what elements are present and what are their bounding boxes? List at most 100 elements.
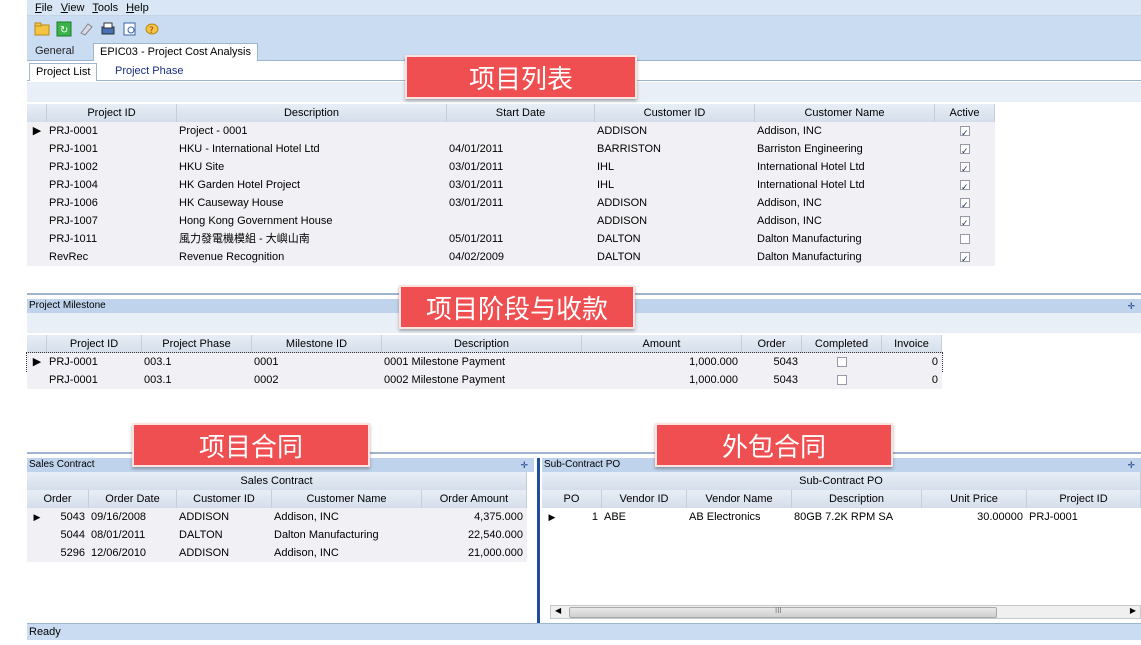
active-cell[interactable] xyxy=(935,158,995,176)
customer-name-cell[interactable]: Addison, INC xyxy=(755,122,935,140)
table-row[interactable]: ▶ PRJ-0001 003.1 0001 0001 Milestone Payment… xyxy=(26,352,943,372)
project-id-cell[interactable]: RevRec xyxy=(47,248,177,266)
active-checkbox[interactable] xyxy=(960,196,970,212)
menu-view[interactable]: View xyxy=(61,2,85,14)
customer-id-cell[interactable]: IHL xyxy=(595,158,755,176)
column-header[interactable]: Order xyxy=(27,490,89,508)
active-checkbox[interactable] xyxy=(960,124,970,140)
vendor-name-cell[interactable]: AB Electronics xyxy=(687,508,792,526)
active-cell[interactable] xyxy=(935,212,995,230)
tab-general[interactable]: General xyxy=(29,43,80,61)
column-header[interactable]: Milestone ID xyxy=(252,335,382,353)
scroll-thumb[interactable]: III xyxy=(569,606,997,618)
customer-id-cell[interactable]: ADDISON xyxy=(595,194,755,212)
invoice-cell[interactable]: 0 xyxy=(882,371,942,389)
row-selector[interactable]: ▶ xyxy=(27,353,47,371)
column-header[interactable]: Description xyxy=(792,490,922,508)
horizontal-scrollbar[interactable]: ◀ III ▶ xyxy=(550,605,1141,619)
row-selector[interactable] xyxy=(27,230,47,248)
project-id-cell[interactable]: PRJ-0001 xyxy=(47,122,177,140)
column-header[interactable]: Invoice xyxy=(882,335,942,353)
print-preview-icon[interactable] xyxy=(121,20,139,38)
column-header[interactable]: Order xyxy=(742,335,802,353)
milestone-id-cell[interactable]: 0001 xyxy=(252,353,382,371)
po-cell[interactable]: ▶ 1 xyxy=(542,508,602,526)
milestone-id-cell[interactable]: 0002 xyxy=(252,371,382,389)
customer-name-cell[interactable]: Barriston Engineering xyxy=(755,140,935,158)
project-id-cell[interactable]: PRJ-1004 xyxy=(47,176,177,194)
active-cell[interactable] xyxy=(935,176,995,194)
column-header[interactable]: Order Amount xyxy=(422,490,527,508)
column-header[interactable]: PO xyxy=(542,490,602,508)
description-cell[interactable]: HK Causeway House xyxy=(177,194,447,212)
active-checkbox[interactable] xyxy=(960,234,970,245)
eraser-icon[interactable] xyxy=(77,20,95,38)
active-checkbox[interactable] xyxy=(960,178,970,194)
table-row[interactable]: 5296 12/06/2010 ADDISON Addison, INC 21,000.… xyxy=(27,544,527,562)
column-header[interactable]: Amount xyxy=(582,335,742,353)
table-row[interactable]: PRJ-0001 003.1 0002 0002 Milestone Payment 1… xyxy=(27,371,942,389)
project-phase-cell[interactable]: 003.1 xyxy=(142,371,252,389)
row-selector[interactable]: ▶ xyxy=(542,508,562,526)
description-cell[interactable]: HK Garden Hotel Project xyxy=(177,176,447,194)
menu-help[interactable]: Help xyxy=(126,2,149,14)
table-row[interactable]: PRJ-1002 HKU Site 03/01/2011 IHL Internation… xyxy=(27,158,995,176)
project-id-cell[interactable]: PRJ-0001 xyxy=(1027,508,1141,526)
column-header[interactable]: Customer ID xyxy=(595,104,755,122)
row-selector[interactable] xyxy=(27,194,47,212)
column-header[interactable]: Vendor ID xyxy=(602,490,687,508)
description-cell[interactable]: 80GB 7.2K RPM SA xyxy=(792,508,922,526)
description-cell[interactable]: Project - 0001 xyxy=(177,122,447,140)
customer-id-cell[interactable]: DALTON xyxy=(595,248,755,266)
active-checkbox[interactable] xyxy=(960,250,970,266)
customer-name-cell[interactable]: Addison, INC xyxy=(755,194,935,212)
start-date-cell[interactable]: 03/01/2011 xyxy=(447,176,595,194)
order-cell[interactable]: 5044 xyxy=(27,526,89,544)
row-selector[interactable] xyxy=(27,158,47,176)
completed-cell[interactable] xyxy=(802,353,882,371)
vendor-id-cell[interactable]: ABE xyxy=(602,508,687,526)
project-id-cell[interactable]: PRJ-0001 xyxy=(47,371,142,389)
description-cell[interactable]: Revenue Recognition xyxy=(177,248,447,266)
start-date-cell[interactable]: 04/01/2011 xyxy=(447,140,595,158)
column-header[interactable]: Description xyxy=(382,335,582,353)
refresh-icon[interactable]: ↻ xyxy=(55,20,73,38)
customer-name-cell[interactable]: Addison, INC xyxy=(272,508,422,526)
menu-tools[interactable]: Tools xyxy=(92,2,118,14)
column-header[interactable]: Customer Name xyxy=(272,490,422,508)
column-header[interactable]: Order Date xyxy=(89,490,177,508)
order-date-cell[interactable]: 12/06/2010 xyxy=(89,544,177,562)
active-checkbox[interactable] xyxy=(960,214,970,230)
table-row[interactable]: PRJ-1001 HKU - International Hotel Ltd 04/… xyxy=(27,140,995,158)
description-cell[interactable]: HKU - International Hotel Ltd xyxy=(177,140,447,158)
table-row[interactable]: ▶ 1 ABE AB Electronics 80GB 7.2K RPM SA 30.00… xyxy=(542,508,1141,526)
tab-project-phase[interactable]: Project Phase xyxy=(109,63,189,81)
scroll-left-icon[interactable]: ◀ xyxy=(555,606,561,615)
table-row[interactable]: PRJ-1004 HK Garden Hotel Project 03/01/201… xyxy=(27,176,995,194)
completed-checkbox[interactable] xyxy=(837,357,847,368)
project-id-cell[interactable]: PRJ-1006 xyxy=(47,194,177,212)
completed-checkbox[interactable] xyxy=(837,375,847,386)
pin-icon[interactable]: ✛ xyxy=(520,458,528,472)
amount-cell[interactable]: 1,000.000 xyxy=(582,353,742,371)
invoice-cell[interactable]: 0 xyxy=(882,353,942,371)
project-id-cell[interactable]: PRJ-1007 xyxy=(47,212,177,230)
menu-file[interactable]: File xyxy=(35,2,53,14)
start-date-cell[interactable]: 03/01/2011 xyxy=(447,194,595,212)
active-cell[interactable] xyxy=(935,230,995,248)
row-selector[interactable] xyxy=(27,212,47,230)
table-row[interactable]: PRJ-1011 風力發電機模組 - 大嶼山南 05/01/2011 DALTON Da… xyxy=(27,230,995,248)
column-header[interactable]: Customer Name xyxy=(755,104,935,122)
start-date-cell[interactable]: 05/01/2011 xyxy=(447,230,595,248)
order-cell[interactable]: 5043 xyxy=(742,353,802,371)
print-icon[interactable] xyxy=(99,20,117,38)
row-selector[interactable] xyxy=(27,248,47,266)
table-row[interactable]: ▶ PRJ-0001 Project - 0001 ADDISON Addison, I… xyxy=(27,122,995,140)
active-checkbox[interactable] xyxy=(960,142,970,158)
customer-name-cell[interactable]: Dalton Manufacturing xyxy=(755,248,935,266)
project-id-cell[interactable]: PRJ-1001 xyxy=(47,140,177,158)
column-header[interactable]: Project ID xyxy=(1027,490,1141,508)
order-amount-cell[interactable]: 4,375.000 xyxy=(422,508,527,526)
customer-name-cell[interactable]: Addison, INC xyxy=(272,544,422,562)
table-row[interactable]: 5044 08/01/2011 DALTON Dalton Manufacturing… xyxy=(27,526,527,544)
